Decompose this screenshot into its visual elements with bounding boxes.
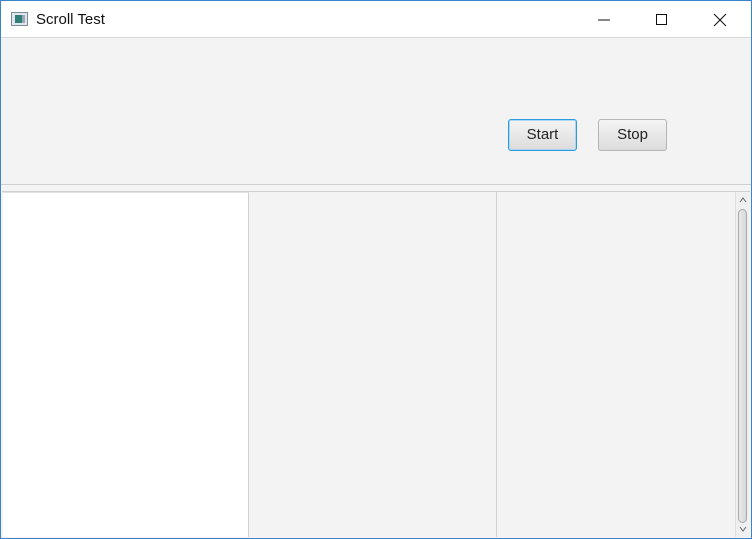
maximize-button[interactable]: [639, 1, 685, 38]
start-button[interactable]: Start: [508, 119, 577, 151]
chevron-up-icon[interactable]: [739, 196, 747, 204]
scroll-area[interactable]: [2, 191, 750, 538]
close-button[interactable]: [697, 1, 743, 38]
window-title: Scroll Test: [36, 11, 105, 28]
app-window: Scroll Test Start Stop: [0, 0, 752, 539]
scroll-thumb[interactable]: [738, 209, 747, 523]
title-bar[interactable]: Scroll Test: [1, 1, 751, 38]
column-1: [3, 192, 249, 537]
maximize-icon: [656, 14, 667, 25]
close-icon: [713, 13, 727, 27]
vertical-scrollbar[interactable]: [735, 192, 749, 537]
chevron-down-icon[interactable]: [739, 525, 747, 533]
control-panel: Start Stop: [1, 39, 751, 185]
minimize-icon: [598, 19, 610, 21]
stop-button[interactable]: Stop: [598, 119, 667, 151]
column-2: [249, 192, 497, 537]
minimize-button[interactable]: [581, 1, 627, 38]
app-window-icon: [11, 12, 28, 26]
column-3: [497, 192, 735, 537]
